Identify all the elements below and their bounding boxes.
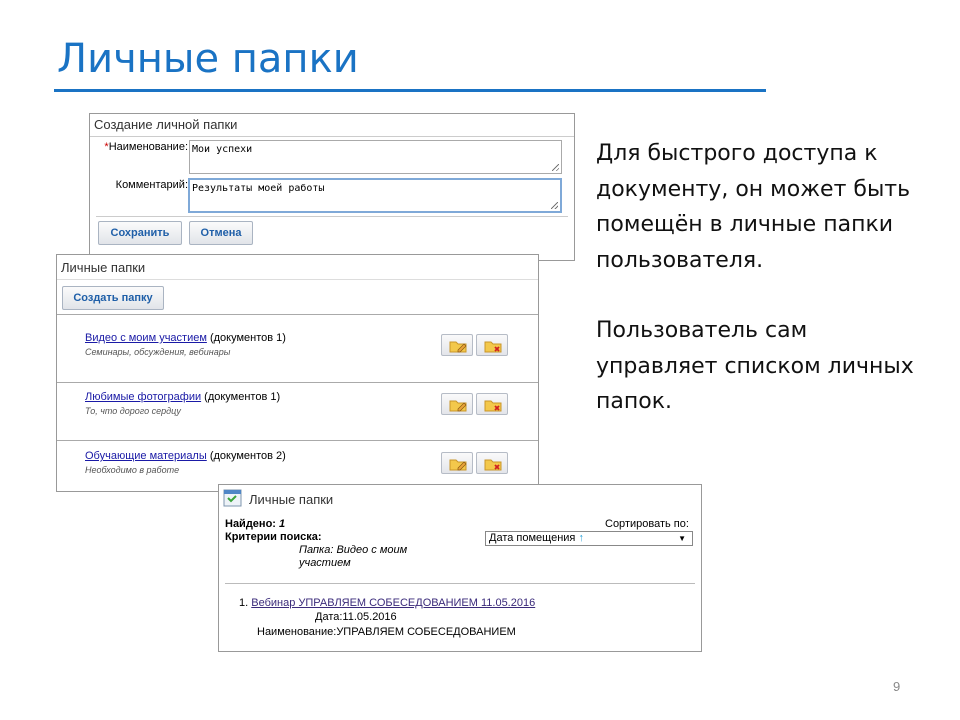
sort-direction-icon: ↑ <box>578 532 584 544</box>
create-folder-panel-title: Создание личной папки <box>90 114 574 137</box>
name-field[interactable]: Мои успехи <box>189 140 562 174</box>
sort-label: Сортировать по: <box>605 518 689 530</box>
folder-item: Видео с моим участием (документов 1) <box>85 332 286 344</box>
date-value: 11.05.2016 <box>342 611 397 623</box>
divider <box>57 440 538 441</box>
body-paragraph-1: Для быстрого доступа к документу, он мож… <box>596 141 911 273</box>
name-label: *Наименование: <box>96 141 188 153</box>
divider <box>57 382 538 383</box>
folder-link[interactable]: Любимые фотографии <box>85 391 201 403</box>
folder-edit-icon <box>449 459 467 471</box>
resize-handle-icon[interactable] <box>551 202 558 209</box>
divider <box>225 583 695 584</box>
result-name-value: УПРАВЛЯЕМ СОБЕСЕДОВАНИЕМ <box>336 626 516 638</box>
folder-link[interactable]: Видео с моим участием <box>85 332 207 344</box>
cancel-button[interactable]: Отмена <box>189 221 253 245</box>
delete-folder-button[interactable] <box>476 393 508 415</box>
divider <box>57 279 538 280</box>
folder-results-panel-header: Личные папки <box>219 485 701 515</box>
resize-handle-icon[interactable] <box>552 164 559 171</box>
edit-folder-button[interactable] <box>441 334 473 356</box>
slide-title: Личные папки <box>57 36 359 82</box>
found-count: Найдено: 1 <box>225 518 285 530</box>
delete-folder-button[interactable] <box>476 452 508 474</box>
divider <box>57 314 538 315</box>
slide-body-text: Для быстрого доступа к документу, он мож… <box>596 136 916 420</box>
folder-delete-icon <box>484 400 502 412</box>
found-value: 1 <box>279 518 286 530</box>
sort-select[interactable]: Дата помещения ↑ ▼ <box>485 531 693 546</box>
result-number: 1. <box>239 597 249 609</box>
criteria-line1: Папка: Видео с моим <box>299 544 408 556</box>
folder-link[interactable]: Обучающие материалы <box>85 450 207 462</box>
folder-edit-icon <box>449 341 467 353</box>
date-label: Дата: <box>315 611 343 623</box>
folder-item: Обучающие материалы (документов 2) <box>85 450 286 462</box>
divider <box>96 216 568 217</box>
criteria-line2: участием <box>299 557 351 569</box>
result-link[interactable]: Вебинар УПРАВЛЯЕМ СОБЕСЕДОВАНИЕМ 11.05.2… <box>251 597 535 609</box>
found-label: Найдено: <box>225 518 276 530</box>
folder-results-panel: Личные папки Найдено: 1 Критерии поиска:… <box>218 484 702 652</box>
comment-field-value: Результаты моей работы <box>192 183 325 194</box>
folder-count: (документов 2) <box>206 450 286 462</box>
save-button[interactable]: Сохранить <box>98 221 182 245</box>
name-label-text: Наименование: <box>108 141 188 153</box>
criteria-label: Критерии поиска: <box>225 531 322 543</box>
folder-delete-icon <box>484 341 502 353</box>
folder-description: Необходимо в работе <box>85 465 180 475</box>
result-name-label: Наименование: <box>257 626 337 638</box>
folders-window-icon <box>223 489 242 507</box>
folder-description: То, что дорого сердцу <box>85 406 181 416</box>
create-folder-panel: Создание личной папки *Наименование: Мои… <box>89 113 575 261</box>
edit-folder-button[interactable] <box>441 452 473 474</box>
page-number: 9 <box>893 679 901 694</box>
comment-label: Комментарий: <box>115 179 188 191</box>
folder-results-panel-title: Личные папки <box>249 492 334 507</box>
result-item: 1. Вебинар УПРАВЛЯЕМ СОБЕСЕДОВАНИЕМ 11.0… <box>239 597 535 609</box>
personal-folders-panel-title: Личные папки <box>61 260 146 275</box>
folder-item: Любимые фотографии (документов 1) <box>85 391 280 403</box>
comment-field[interactable]: Результаты моей работы <box>188 178 562 213</box>
sort-value: Дата помещения <box>489 532 576 544</box>
result-name: Наименование:УПРАВЛЯЕМ СОБЕСЕДОВАНИЕМ <box>257 626 516 638</box>
folder-count: (документов 1) <box>206 332 286 344</box>
edit-folder-button[interactable] <box>441 393 473 415</box>
folder-description: Семинары, обсуждения, вебинары <box>85 347 231 357</box>
folder-count: (документов 1) <box>201 391 281 403</box>
folder-delete-icon <box>484 459 502 471</box>
result-date: Дата:11.05.2016 <box>315 611 397 623</box>
body-paragraph-2: Пользователь сам управляет списком личны… <box>596 318 914 414</box>
create-folder-button[interactable]: Создать папку <box>62 286 164 310</box>
delete-folder-button[interactable] <box>476 334 508 356</box>
dropdown-arrow-icon: ▼ <box>678 534 686 543</box>
title-underline <box>54 89 766 92</box>
personal-folders-panel: Личные папки Создать папку Видео с моим … <box>56 254 539 492</box>
name-field-value: Мои успехи <box>192 144 253 155</box>
folder-edit-icon <box>449 400 467 412</box>
